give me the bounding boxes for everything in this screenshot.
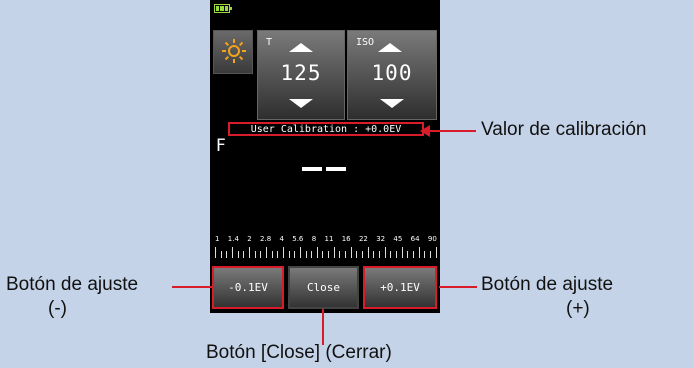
- aperture-scale-tick: [288, 251, 290, 258]
- aperture-scale-label: 90: [427, 235, 437, 243]
- battery-icon: [214, 4, 232, 13]
- aperture-scale-tick: [271, 251, 273, 258]
- minus-callout-line: [172, 286, 212, 288]
- plus-annotation-line2: (+): [566, 298, 590, 319]
- aperture-scale-label: 11: [324, 235, 334, 243]
- aperture-scale-labels: 1 1.4 2 2.8 4 5.6 8 11 16 22 32 45 64 90: [215, 235, 437, 243]
- aperture-scale-tick: [328, 251, 330, 258]
- calibration-annotation: Valor de calibración: [481, 119, 647, 140]
- aperture-scale-label: 64: [410, 235, 420, 243]
- aperture-label: F: [216, 136, 226, 156]
- aperture-scale-tick: [333, 247, 335, 258]
- aperture-scale-tick: [379, 251, 381, 258]
- shutter-speed-value: 125: [280, 61, 322, 85]
- aperture-scale-tick: [305, 251, 307, 258]
- minus-annotation-line2: (-): [48, 298, 67, 319]
- aperture-scale-tick: [265, 247, 267, 258]
- close-button[interactable]: Close: [288, 266, 359, 309]
- iso-value: 100: [371, 61, 413, 85]
- aperture-scale-tick: [215, 247, 216, 258]
- aperture-scale-label: 2.8: [260, 235, 272, 243]
- plus-adjust-button[interactable]: +0.1EV: [363, 266, 437, 309]
- aperture-scale-tick: [429, 251, 431, 258]
- aperture-dash-left: [302, 167, 322, 171]
- close-annotation: Botón [Close] (Cerrar): [206, 342, 392, 363]
- calibration-callout-arrow-icon: [420, 125, 430, 137]
- aperture-scale-label: 1: [215, 235, 220, 243]
- aperture-scale-ticks: [215, 247, 437, 258]
- aperture-scale-tick: [367, 247, 369, 258]
- aperture-scale-tick: [226, 251, 228, 258]
- aperture-scale-label: 22: [358, 235, 368, 243]
- aperture-scale-tick: [384, 247, 386, 258]
- aperture-scale-label: 8: [311, 235, 317, 243]
- aperture-scale-tick: [435, 247, 437, 258]
- aperture-scale-tick: [220, 251, 222, 258]
- aperture-scale-label: 32: [376, 235, 386, 243]
- aperture-scale-tick: [362, 251, 364, 258]
- aperture-scale-tick: [407, 251, 409, 258]
- aperture-scale-tick: [311, 251, 313, 258]
- shutter-speed-down-arrow-icon[interactable]: [289, 99, 313, 108]
- aperture-scale-tick: [418, 247, 420, 258]
- aperture-scale-tick: [350, 247, 352, 258]
- shutter-speed-box: T 125: [257, 30, 345, 120]
- aperture-scale-tick: [299, 247, 301, 258]
- meter-screen: T 125 ISO 100 User Calibration : +0.0EV …: [210, 0, 440, 313]
- aperture-scale-tick: [412, 251, 414, 258]
- aperture-scale-tick: [322, 251, 324, 258]
- aperture-scale-tick: [294, 251, 296, 258]
- calibration-readout: User Calibration : +0.0EV: [228, 122, 424, 136]
- calibration-callout-line: [424, 130, 476, 132]
- aperture-scale-tick: [231, 247, 233, 258]
- iso-box: ISO 100: [347, 30, 437, 120]
- minus-adjust-button[interactable]: -0.1EV: [212, 266, 284, 309]
- aperture-scale-tick: [401, 247, 403, 258]
- aperture-scale-label: 2: [247, 235, 252, 243]
- aperture-scale-tick: [260, 251, 262, 258]
- aperture-scale-tick: [237, 251, 239, 258]
- plus-callout-line: [439, 286, 477, 288]
- aperture-scale-tick: [339, 251, 341, 258]
- aperture-scale-tick: [356, 251, 358, 258]
- aperture-scale-tick: [345, 251, 347, 258]
- iso-up-arrow-icon[interactable]: [378, 43, 403, 52]
- shutter-speed-up-arrow-icon[interactable]: [289, 43, 313, 52]
- aperture-scale-tick: [373, 251, 375, 258]
- aperture-scale-tick: [396, 251, 397, 258]
- iso-label: ISO: [356, 37, 375, 48]
- aperture-scale-label: 4: [279, 235, 284, 243]
- aperture-scale-tick: [248, 247, 250, 258]
- aperture-scale-tick: [316, 247, 318, 258]
- aperture-scale-tick: [282, 247, 284, 258]
- minus-annotation-line1: Botón de ajuste: [6, 274, 139, 295]
- iso-down-arrow-icon[interactable]: [380, 99, 404, 108]
- mode-button[interactable]: [213, 30, 253, 74]
- shutter-speed-label: T: [266, 37, 273, 48]
- sun-icon: [222, 39, 246, 63]
- plus-annotation-line1: Botón de ajuste: [481, 274, 614, 295]
- aperture-scale-tick: [390, 251, 392, 258]
- aperture-scale-tick: [277, 251, 279, 258]
- aperture-scale-label: 5.6: [292, 235, 304, 243]
- aperture-scale-tick: [243, 251, 245, 258]
- aperture-scale-label: 45: [393, 235, 403, 243]
- aperture-scale-tick: [424, 251, 426, 258]
- aperture-dash-right: [326, 167, 346, 171]
- aperture-scale-label: 16: [341, 235, 351, 243]
- aperture-scale-label: 1.4: [227, 235, 239, 243]
- aperture-scale-tick: [254, 251, 256, 258]
- close-callout-line: [322, 309, 324, 345]
